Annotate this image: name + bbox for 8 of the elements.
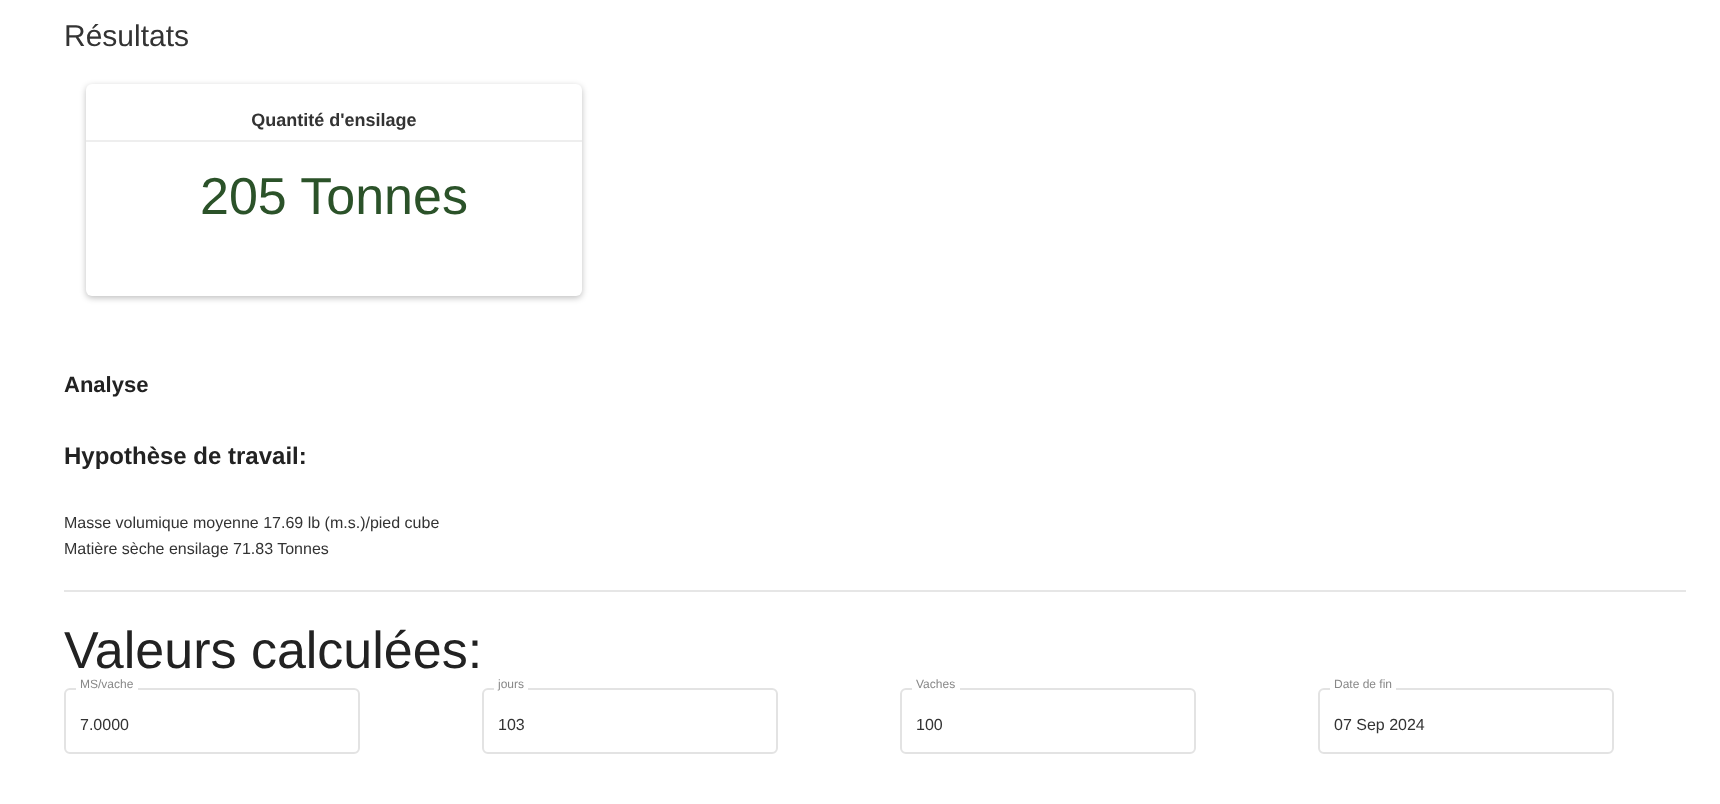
analysis-text: Matière sèche ensilage 71.83 Tonnes [64,540,331,558]
section-title: Valeurs calculées: [64,620,485,680]
subheading: Hypothèse de travail: [64,442,309,470]
section-title: Résultats [64,20,192,54]
analysis-text: Masse volumique moyenne 17.69 lb (m.s.)/pied cube [64,514,442,532]
card-title: Quantité d'ensilage [251,110,417,130]
section-heading: Analyse [64,374,151,398]
card-value: 205 Tonnes [200,166,468,228]
